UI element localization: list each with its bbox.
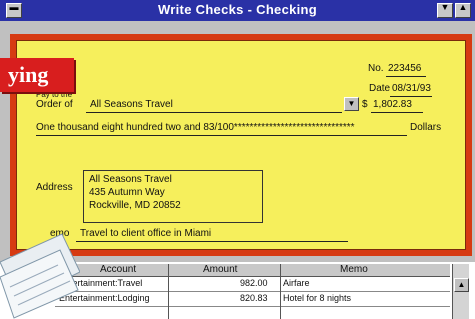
amount-in-words: One thousand eight hundred two and 83/10… — [36, 122, 355, 133]
banner-text: ying — [8, 62, 49, 87]
memo-cell[interactable]: Hotel for 8 nights — [283, 293, 351, 303]
amount-cell[interactable]: 982.00 — [240, 278, 268, 288]
column-header-memo: Memo — [340, 264, 368, 275]
minimize-icon[interactable]: ▼ — [437, 2, 453, 18]
write-checks-window: Write Checks - Checking ▬ ▼ ▲ No. 223456… — [0, 0, 475, 319]
memo-cell[interactable]: Airfare — [283, 278, 310, 288]
date-label: Date — [369, 83, 391, 94]
check-number-field[interactable]: 223456 — [388, 63, 421, 74]
address-field[interactable]: All Seasons Travel 435 Autumn Way Rockvi… — [83, 170, 263, 223]
register-header: Account Amount Memo — [55, 264, 450, 277]
address-label: Address — [36, 182, 73, 193]
dollar-sign: $ — [362, 99, 368, 110]
column-header-amount: Amount — [203, 264, 238, 275]
column-divider — [280, 264, 281, 319]
column-header-account: Account — [100, 264, 137, 275]
address-line-3: Rockville, MD 20852 — [89, 200, 181, 211]
memo-field[interactable]: Travel to client office in Miami — [80, 228, 211, 239]
amount-cell[interactable]: 820.83 — [240, 293, 268, 303]
address-line-2: 435 Autumn Way — [89, 187, 165, 198]
amount-field[interactable]: 1,802.83 — [373, 99, 412, 110]
check-number-label: No. — [368, 63, 384, 74]
payee-label: Order of — [36, 99, 73, 110]
address-line-1: All Seasons Travel — [89, 174, 172, 185]
window-title: Write Checks - Checking — [157, 2, 318, 17]
title-bar[interactable]: Write Checks - Checking ▬ ▼ ▲ — [0, 0, 475, 21]
title-banner: ying — [0, 58, 74, 92]
column-divider — [168, 264, 169, 319]
register-scrollbar[interactable]: ▲ — [452, 264, 469, 319]
system-menu-icon[interactable]: ▬ — [6, 2, 22, 18]
checks-photo-image — [0, 233, 80, 319]
table-row[interactable]: Entertainment:Lodging 820.83 Hotel for 8… — [55, 293, 450, 307]
payee-field[interactable]: All Seasons Travel — [90, 99, 173, 110]
maximize-icon[interactable]: ▲ — [455, 2, 471, 18]
scroll-up-arrow-icon[interactable]: ▲ — [454, 278, 469, 292]
table-row[interactable]: Entertainment:Travel 982.00 Airfare — [55, 278, 450, 292]
dollars-label: Dollars — [410, 122, 442, 133]
date-field[interactable]: 08/31/93 — [392, 83, 431, 94]
dropdown-arrow-icon[interactable]: ▼ — [344, 97, 359, 111]
